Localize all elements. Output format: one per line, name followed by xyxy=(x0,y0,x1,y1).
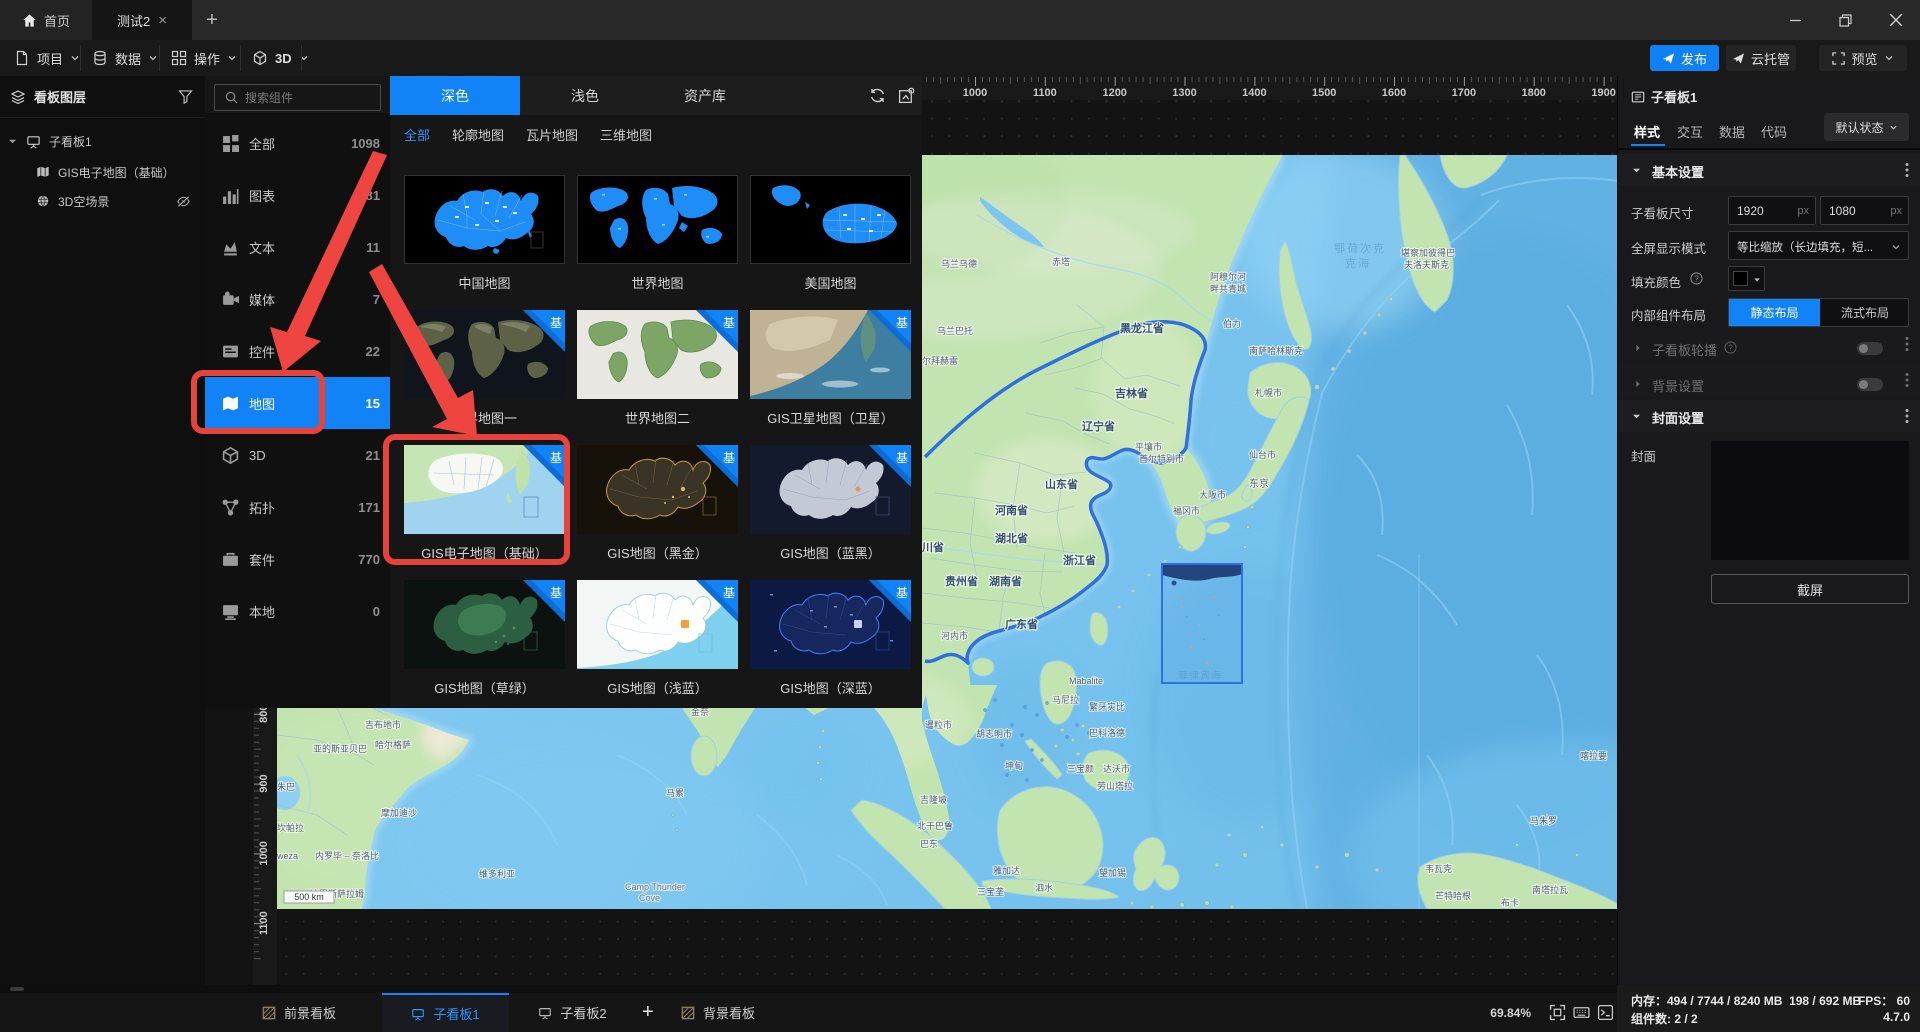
svg-text:河南省: 河南省 xyxy=(995,503,1028,517)
svg-text:暹粒市: 暹粒市 xyxy=(925,719,952,730)
svg-text:东京: 东京 xyxy=(1249,477,1269,490)
svg-text:巴科洛德: 巴科洛德 xyxy=(1089,727,1125,738)
svg-text:河内市: 河内市 xyxy=(941,630,968,641)
svg-text:乌兰乌德: 乌兰乌德 xyxy=(941,258,977,269)
svg-text:基: 基 xyxy=(550,586,562,600)
svg-text:基: 基 xyxy=(550,451,562,465)
svg-text:芒特哈根: 芒特哈根 xyxy=(1435,890,1471,901)
svg-text:1800: 1800 xyxy=(1521,87,1545,99)
svg-text:朱巴: 朱巴 xyxy=(277,781,295,792)
svg-text:基: 基 xyxy=(896,451,908,465)
svg-text:繁牙实比: 繁牙实比 xyxy=(1089,701,1125,712)
svg-text:吉隆坡: 吉隆坡 xyxy=(920,794,947,805)
svg-text:辽宁省: 辽宁省 xyxy=(1082,419,1115,433)
svg-text:吉林省: 吉林省 xyxy=(1115,386,1148,400)
svg-text:1300: 1300 xyxy=(1172,87,1196,99)
svg-text:黑龙江省: 黑龙江省 xyxy=(1120,321,1164,335)
svg-text:韦瓦克: 韦瓦克 xyxy=(1425,864,1452,874)
svg-text:南萨哈林斯克: 南萨哈林斯克 xyxy=(1249,345,1303,356)
svg-text:900: 900 xyxy=(258,774,270,792)
svg-text:巴东: 巴东 xyxy=(920,838,938,849)
svg-text:尔拜赫雷: 尔拜赫雷 xyxy=(922,355,958,366)
svg-text:浙江省: 浙江省 xyxy=(1063,553,1096,567)
svg-text:500 km: 500 km xyxy=(294,892,324,902)
svg-text:三宝垄: 三宝垄 xyxy=(977,886,1004,897)
svg-text:内罗毕 – 奈洛比: 内罗毕 – 奈洛比 xyxy=(315,850,379,861)
svg-text:1000: 1000 xyxy=(258,841,270,865)
svg-text:劳山塔拉: 劳山塔拉 xyxy=(1097,780,1133,791)
svg-text:山东省: 山东省 xyxy=(1045,477,1078,491)
svg-text:乌兰巴托: 乌兰巴托 xyxy=(937,325,973,336)
svg-text:福冈市: 福冈市 xyxy=(1173,505,1200,516)
svg-text:克海: 克海 xyxy=(1345,256,1371,270)
svg-text:1900: 1900 xyxy=(1591,87,1615,99)
svg-text:川省: 川省 xyxy=(921,540,944,554)
svg-text:伯力: 伯力 xyxy=(1223,318,1241,329)
svg-text:阿穆尔河: 阿穆尔河 xyxy=(1210,271,1246,282)
svg-text:望加锡: 望加锡 xyxy=(1099,867,1126,878)
svg-text:南塔拉瓦: 南塔拉瓦 xyxy=(1532,884,1568,895)
svg-text:Mabalite: Mabalite xyxy=(1069,676,1103,686)
svg-text:1700: 1700 xyxy=(1452,87,1476,99)
svg-text:贵州省: 贵州省 xyxy=(945,574,978,588)
svg-text:?: ? xyxy=(1728,342,1733,352)
svg-text:三宝颜: 三宝颜 xyxy=(1067,763,1094,774)
svg-text:达沃市: 达沃市 xyxy=(1103,763,1130,774)
svg-text:Cove: Cove xyxy=(639,893,660,903)
svg-text:1500: 1500 xyxy=(1312,87,1336,99)
svg-text:泗水: 泗水 xyxy=(1035,882,1053,893)
svg-text:马朱罗: 马朱罗 xyxy=(1530,815,1557,826)
svg-text:weza: weza xyxy=(277,851,298,861)
svg-text:夫洛夫斯克: 夫洛夫斯克 xyxy=(1404,259,1449,270)
svg-text:维多利亚: 维多利亚 xyxy=(479,868,515,879)
svg-text:菲律宾海: 菲律宾海 xyxy=(1178,669,1222,682)
svg-text:布卡: 布卡 xyxy=(1501,897,1519,908)
svg-text:马累: 马累 xyxy=(666,788,684,798)
svg-text:平壤市: 平壤市 xyxy=(1135,441,1162,452)
svg-text:北干巴鲁: 北干巴鲁 xyxy=(917,820,953,831)
svg-text:堪察加彼得巴: 堪察加彼得巴 xyxy=(1401,247,1455,258)
svg-text:哈尔格萨: 哈尔格萨 xyxy=(375,739,411,750)
svg-text:1100: 1100 xyxy=(258,911,270,935)
svg-text:亚的斯亚贝巴: 亚的斯亚贝巴 xyxy=(313,743,367,754)
svg-text:赤塔: 赤塔 xyxy=(1052,256,1070,267)
svg-text:基: 基 xyxy=(723,451,735,465)
svg-text:鄂荷次克: 鄂荷次克 xyxy=(1334,241,1386,255)
svg-text:广东省: 广东省 xyxy=(1005,617,1038,631)
svg-text:基: 基 xyxy=(723,316,735,330)
svg-text:坎帕拉: 坎帕拉 xyxy=(277,822,304,833)
svg-text:雅加达: 雅加达 xyxy=(993,865,1020,876)
svg-text:喀拉要: 喀拉要 xyxy=(1580,750,1607,761)
svg-text:基: 基 xyxy=(550,316,562,330)
svg-text:基: 基 xyxy=(896,586,908,600)
svg-text:湖北省: 湖北省 xyxy=(995,531,1028,545)
svg-text:札幌市: 札幌市 xyxy=(1255,387,1282,398)
svg-text:摩加迪沙: 摩加迪沙 xyxy=(381,807,417,818)
svg-text:畔共青城: 畔共青城 xyxy=(1210,283,1246,294)
svg-text:1400: 1400 xyxy=(1242,87,1266,99)
svg-text:首尔特别市: 首尔特别市 xyxy=(1139,453,1184,464)
svg-text:马尼拉: 马尼拉 xyxy=(1052,694,1079,705)
svg-text:1000: 1000 xyxy=(963,87,987,99)
svg-text:基: 基 xyxy=(896,316,908,330)
svg-text:大阪市: 大阪市 xyxy=(1199,489,1226,500)
svg-text:Camp Thunder: Camp Thunder xyxy=(625,882,685,892)
svg-text:胡志明市: 胡志明市 xyxy=(976,728,1012,739)
svg-text:吉布地市: 吉布地市 xyxy=(365,719,401,730)
svg-text:仙台市: 仙台市 xyxy=(1249,449,1276,460)
svg-text:1100: 1100 xyxy=(1033,87,1057,99)
svg-text:1200: 1200 xyxy=(1102,87,1126,99)
svg-text:1600: 1600 xyxy=(1382,87,1406,99)
svg-text:基: 基 xyxy=(723,586,735,600)
svg-text:?: ? xyxy=(1694,273,1699,283)
svg-text:坤甸: 坤甸 xyxy=(1005,760,1023,771)
svg-text:湖南省: 湖南省 xyxy=(989,574,1022,588)
